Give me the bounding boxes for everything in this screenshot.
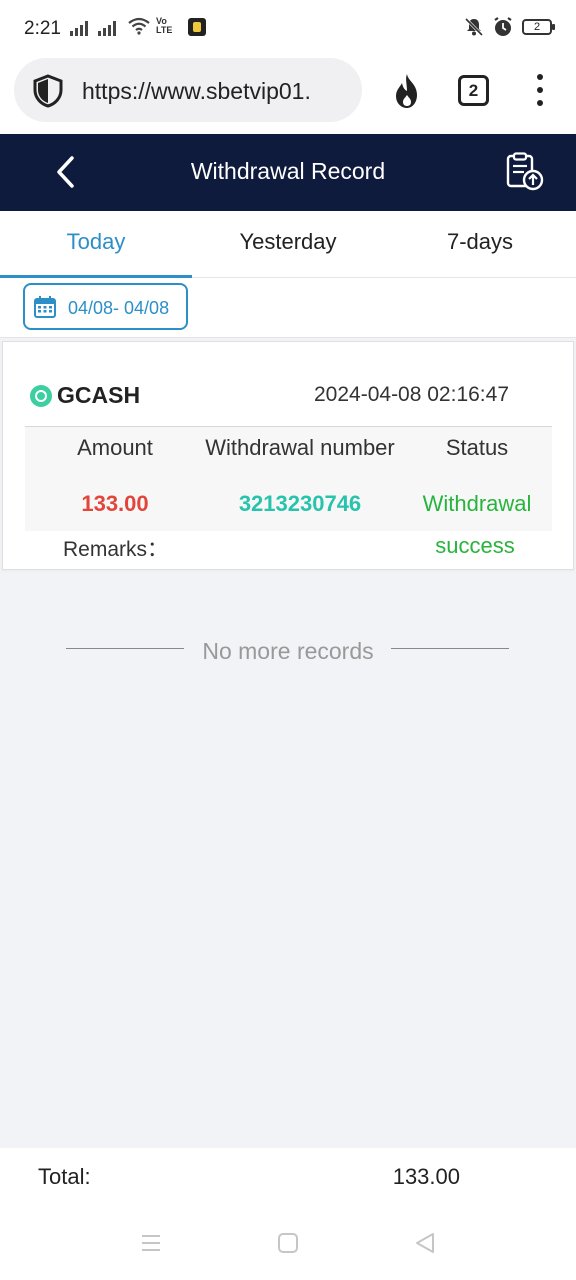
signal-icon: [70, 20, 88, 36]
system-navigation-bar: [0, 1210, 576, 1280]
tab-yesterday[interactable]: Yesterday: [192, 211, 384, 278]
no-more-records: No more records: [0, 636, 576, 668]
shield-icon[interactable]: [32, 74, 64, 108]
signal-icon-2: [98, 20, 116, 36]
clipboard-upload-icon[interactable]: [502, 152, 546, 192]
withdrawal-record-card[interactable]: GCASH 2024-04-08 02:16:47 Amount Withdra…: [2, 341, 574, 570]
record-details: Amount Withdrawal number Status 133.00 3…: [25, 427, 552, 531]
amount-header: Amount: [77, 435, 153, 460]
date-range-picker[interactable]: 04/08- 04/08: [23, 283, 188, 330]
amount-value: 133.00: [81, 491, 149, 516]
tab-switcher-button[interactable]: 2: [458, 75, 489, 106]
record-datetime: 2024-04-08 02:16:47: [314, 383, 509, 406]
calendar-icon: [34, 296, 56, 318]
status-bar: 2:21 Vo LTE 2: [0, 0, 576, 56]
total-footer: Total: 133.00: [0, 1148, 576, 1210]
withdrawal-number-header: Withdrawal number: [205, 435, 395, 460]
menu-nav-icon[interactable]: [140, 1232, 162, 1254]
status-value: Withdrawal: [422, 491, 532, 516]
date-tabs: Today Yesterday 7-days: [0, 211, 576, 278]
status-time: 2:21: [24, 18, 61, 39]
wifi-icon: [128, 17, 150, 35]
withdrawal-number-value: 3213230746: [238, 491, 362, 516]
payment-method: GCASH: [57, 382, 141, 408]
bell-muted-icon: [464, 17, 484, 37]
no-more-records-text: No more records: [202, 638, 374, 664]
tab-7-days[interactable]: 7-days: [384, 211, 576, 278]
date-range-text: 04/08- 04/08: [68, 298, 170, 318]
browser-toolbar: https://www.sbetvip01. 2: [0, 56, 576, 134]
tab-today[interactable]: Today: [0, 211, 192, 278]
total-label: Total:: [38, 1164, 91, 1189]
remarks-label: Remarks：: [63, 538, 169, 561]
status-value-line2: success: [435, 533, 515, 558]
notification-app-icon: [188, 18, 206, 36]
total-value: 133.00: [392, 1164, 460, 1189]
battery-icon: 2: [522, 19, 555, 35]
address-bar[interactable]: https://www.sbetvip01.: [14, 58, 362, 122]
divider-right: [391, 648, 509, 649]
home-nav-icon[interactable]: [277, 1232, 299, 1254]
back-nav-icon[interactable]: [414, 1232, 436, 1254]
page-header: Withdrawal Record: [0, 134, 576, 211]
alarm-icon: [494, 17, 512, 36]
url-text[interactable]: https://www.sbetvip01.: [82, 78, 352, 105]
filter-area: 04/08- 04/08: [0, 278, 576, 338]
flame-icon[interactable]: [390, 72, 424, 110]
gcash-logo-icon: [30, 385, 52, 407]
status-header: Status: [445, 435, 509, 460]
page-title: Withdrawal Record: [190, 158, 386, 184]
volte-icon: Vo LTE: [156, 16, 173, 35]
more-menu-icon[interactable]: [528, 72, 552, 108]
